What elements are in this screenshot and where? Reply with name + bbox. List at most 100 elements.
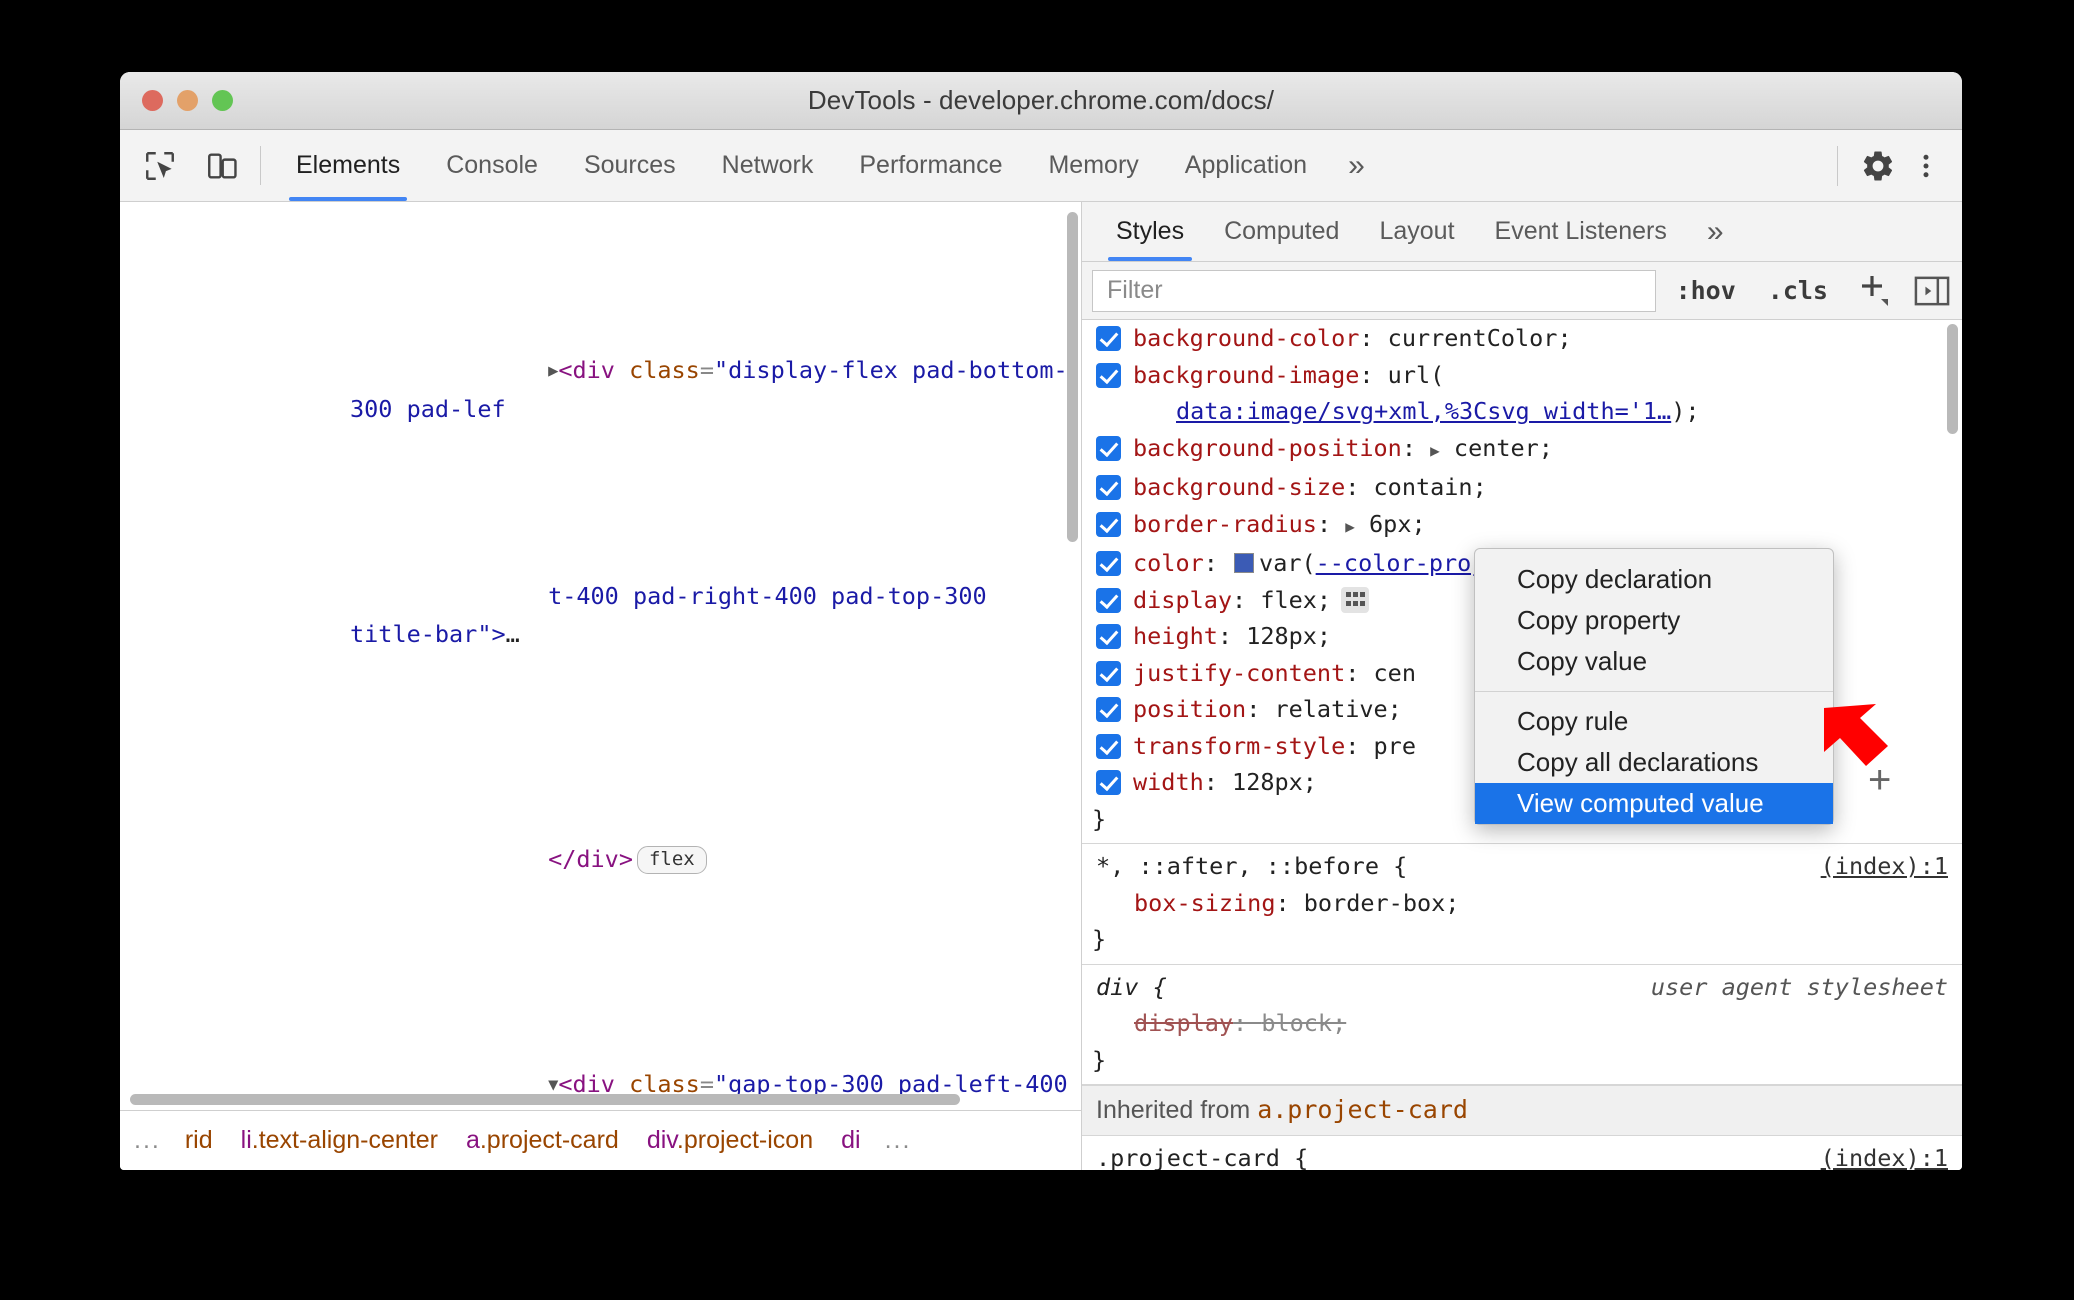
breadcrumb-item-li[interactable]: li.text-align-center xyxy=(227,1126,452,1155)
inherited-selector[interactable]: a.project-card xyxy=(1257,1095,1468,1124)
breadcrumb-left-overflow[interactable]: ... xyxy=(124,1126,171,1155)
declaration-checkbox[interactable] xyxy=(1096,435,1121,461)
close-window-button[interactable] xyxy=(142,90,163,111)
rule-origin-link[interactable]: (index):1 xyxy=(1821,848,1948,885)
tab-layout[interactable]: Layout xyxy=(1359,202,1474,261)
flex-badge[interactable]: flex xyxy=(636,845,707,874)
declaration-checkbox[interactable] xyxy=(1096,660,1121,686)
menu-separator xyxy=(1475,691,1833,692)
declaration-background-color[interactable]: background-color: currentColor; xyxy=(1082,320,1962,357)
tab-memory[interactable]: Memory xyxy=(1025,130,1161,201)
breadcrumb-right-overflow[interactable]: ... xyxy=(875,1126,922,1155)
declaration-background-position[interactable]: background-position: ▶ center; xyxy=(1082,430,1962,470)
declaration-display-overridden[interactable]: display: block; xyxy=(1082,1005,1962,1042)
declaration-background-image[interactable]: background-image: url( xyxy=(1082,357,1962,394)
rule-selector[interactable]: div { xyxy=(1096,969,1167,1006)
collapse-triangle-icon[interactable]: ▼ xyxy=(548,1075,558,1095)
filter-input[interactable]: Filter xyxy=(1092,269,1656,312)
declaration-background-size[interactable]: background-size: contain; xyxy=(1082,469,1962,506)
dom-line-close-div[interactable]: </div> flex xyxy=(120,803,1081,916)
rule-origin-link[interactable]: (index):1 xyxy=(1821,1140,1948,1171)
dom-tree-vertical-scrollbar[interactable] xyxy=(1067,212,1078,542)
tab-styles-label: Styles xyxy=(1116,217,1185,245)
tab-elements-label: Elements xyxy=(296,151,401,179)
style-rule-universal: *, ::after, ::before { (index):1 box-siz… xyxy=(1082,844,1962,965)
tab-network-label: Network xyxy=(721,151,814,179)
declaration-checkbox[interactable] xyxy=(1096,697,1121,722)
declaration-checkbox[interactable] xyxy=(1096,770,1121,795)
declaration-checkbox[interactable] xyxy=(1096,733,1121,759)
breadcrumb-item-a[interactable]: a.project-card xyxy=(452,1126,633,1155)
inspect-element-icon[interactable] xyxy=(138,144,182,188)
more-styles-tabs-icon[interactable]: » xyxy=(1687,202,1744,261)
expand-triangle-icon[interactable]: ▶ xyxy=(548,361,558,381)
plus-icon[interactable] xyxy=(1848,268,1902,313)
toggle-sidebar-icon[interactable] xyxy=(1910,269,1954,313)
window-title: DevTools - developer.chrome.com/docs/ xyxy=(807,85,1275,115)
style-rule-div-ua: div { user agent stylesheet display: blo… xyxy=(1082,965,1962,1085)
dom-line-title-bar-div[interactable]: ▶<div class="display-flex pad-bottom-300… xyxy=(120,315,1081,466)
data-uri-link[interactable]: data:image/svg+xml,%3Csvg width='1… xyxy=(1176,397,1671,425)
declaration-checkbox[interactable] xyxy=(1096,624,1121,649)
tab-computed-label: Computed xyxy=(1224,217,1340,245)
minimize-window-button[interactable] xyxy=(177,90,198,111)
declaration-checkbox[interactable] xyxy=(1096,362,1121,388)
declaration-checkbox[interactable] xyxy=(1096,587,1121,613)
declaration-checkbox[interactable] xyxy=(1096,551,1121,576)
menu-item-copy-all-declarations[interactable]: Copy all declarations xyxy=(1475,742,1833,783)
rule-selector[interactable]: *, ::after, ::before { xyxy=(1096,848,1407,885)
kebab-menu-icon[interactable] xyxy=(1904,144,1948,188)
declaration-background-image-url[interactable]: data:image/svg+xml,%3Csvg width='1…); xyxy=(1082,393,1962,430)
breadcrumb-item-grid[interactable]: rid xyxy=(171,1126,227,1155)
declaration-box-sizing[interactable]: box-sizing: border-box; xyxy=(1082,885,1962,922)
tab-elements[interactable]: Elements xyxy=(273,130,423,201)
styles-vertical-scrollbar[interactable] xyxy=(1947,324,1958,434)
gear-icon[interactable] xyxy=(1856,144,1900,188)
inherited-from-header: Inherited from a.project-card xyxy=(1082,1085,1962,1136)
flexbox-editor-icon[interactable] xyxy=(1341,586,1370,613)
hov-toggle-button[interactable]: :hov xyxy=(1664,276,1748,305)
device-toolbar-icon[interactable] xyxy=(200,144,244,188)
toolbar-divider xyxy=(260,146,261,185)
menu-item-copy-property[interactable]: Copy property xyxy=(1475,600,1833,641)
tab-application-label: Application xyxy=(1184,151,1308,179)
menu-item-copy-declaration[interactable]: Copy declaration xyxy=(1475,559,1833,600)
declaration-checkbox[interactable] xyxy=(1096,511,1121,537)
expand-shorthand-icon[interactable]: ▶ xyxy=(1430,441,1440,460)
menu-item-copy-value[interactable]: Copy value xyxy=(1475,641,1833,682)
rule-selector-row: .project-card { (index):1 xyxy=(1082,1140,1962,1171)
declaration-checkbox[interactable] xyxy=(1096,475,1121,500)
tab-sources[interactable]: Sources xyxy=(561,130,699,201)
more-tabs-icon[interactable]: » xyxy=(1330,130,1383,201)
breadcrumb-item-div-truncated[interactable]: di xyxy=(827,1126,874,1155)
dom-tree-horizontal-scrollbar[interactable] xyxy=(130,1094,960,1105)
declaration-checkbox[interactable] xyxy=(1096,326,1121,351)
rule-selector-row: div { user agent stylesheet xyxy=(1082,969,1962,1006)
styles-sidebar-tabs: Styles Computed Layout Event Listeners » xyxy=(1082,202,1962,262)
rule-selector[interactable]: .project-card { xyxy=(1096,1140,1308,1171)
dom-line-title-bar-div-cont[interactable]: t-400 pad-right-400 pad-top-300 title-ba… xyxy=(120,541,1081,691)
collapsed-content-ellipsis[interactable]: … xyxy=(506,620,520,648)
tab-application[interactable]: Application xyxy=(1162,130,1330,201)
red-arrow-pointing-up-left xyxy=(1818,700,1914,795)
tab-layout-label: Layout xyxy=(1379,217,1455,245)
tab-computed[interactable]: Computed xyxy=(1204,202,1359,261)
rule-close-brace: } xyxy=(1092,925,1107,953)
expand-shorthand-icon[interactable]: ▶ xyxy=(1345,517,1355,536)
cls-toggle-button[interactable]: .cls xyxy=(1756,276,1840,305)
breadcrumb-item-div-project-icon[interactable]: div.project-icon xyxy=(633,1126,827,1155)
menu-item-view-computed-value[interactable]: View computed value xyxy=(1475,783,1833,824)
declaration-border-radius[interactable]: border-radius: ▶ 6px; xyxy=(1082,506,1962,546)
tab-performance[interactable]: Performance xyxy=(836,130,1025,201)
dom-tree: ▶<div class="display-flex pad-bottom-300… xyxy=(120,202,1081,1110)
tab-console[interactable]: Console xyxy=(423,130,561,201)
tab-network[interactable]: Network xyxy=(699,130,837,201)
styles-filter-bar: Filter :hov .cls xyxy=(1082,262,1962,320)
tab-styles[interactable]: Styles xyxy=(1096,202,1204,261)
menu-item-copy-rule[interactable]: Copy rule xyxy=(1475,701,1833,742)
color-swatch[interactable] xyxy=(1234,553,1255,573)
dom-tree-container[interactable]: ▶<div class="display-flex pad-bottom-300… xyxy=(120,202,1081,1110)
tab-event-listeners[interactable]: Event Listeners xyxy=(1475,202,1687,261)
filter-placeholder: Filter xyxy=(1107,276,1163,304)
maximize-window-button[interactable] xyxy=(212,90,233,111)
